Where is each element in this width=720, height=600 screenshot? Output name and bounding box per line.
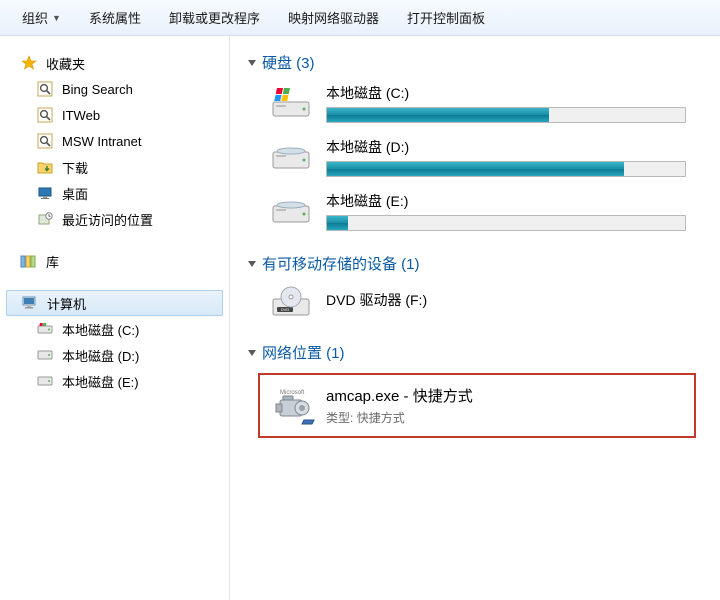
drive-c-name: 本地磁盘 (C:)	[326, 83, 696, 103]
drive-dvd-name: DVD 驱动器 (F:)	[326, 290, 696, 310]
group-removable: 有可移动存储的设备 (1) DVD DVD 驱动器 (F:)	[248, 253, 696, 320]
ms-watermark: Microsoft	[280, 390, 305, 396]
netloc-type-label: 类型:	[326, 411, 353, 425]
collapse-triangle-icon	[248, 261, 256, 267]
desktop-icon	[36, 184, 54, 202]
group-hdd-header[interactable]: 硬盘 (3)	[248, 52, 696, 73]
group-network-header[interactable]: 网络位置 (1)	[248, 342, 696, 363]
tb-mapnet-label: 映射网络驱动器	[288, 8, 379, 27]
nav-drive-d[interactable]: 本地磁盘 (D:)	[6, 342, 223, 368]
svg-text:DVD: DVD	[281, 307, 290, 312]
drive-icon	[36, 346, 54, 364]
group-hdd: 硬盘 (3) 本地磁盘 (C:) 本地磁盘 (D:)	[248, 52, 696, 231]
nav-downloads-label: 下载	[62, 158, 88, 177]
nav-drive-c[interactable]: 本地磁盘 (C:)	[6, 316, 223, 342]
nav-msw[interactable]: MSW Intranet	[6, 128, 223, 154]
group-hdd-label: 硬盘 (3)	[262, 52, 315, 73]
drive-icon	[36, 320, 54, 338]
nav-favorites-label: 收藏夹	[46, 54, 85, 73]
tb-opencp[interactable]: 打开控制面板	[393, 2, 499, 33]
nav-drive-e[interactable]: 本地磁盘 (E:)	[6, 368, 223, 394]
tb-organize-label: 组织	[22, 8, 48, 27]
nav-favorites[interactable]: 收藏夹	[6, 50, 223, 76]
chevron-down-icon: ▼	[52, 13, 61, 23]
nav-desktop[interactable]: 桌面	[6, 180, 223, 206]
nav-downloads[interactable]: 下载	[6, 154, 223, 180]
nav-bing[interactable]: Bing Search	[6, 76, 223, 102]
netloc-amcap[interactable]: Microsoft amcap.exe - 快捷方式 类型: 快捷方式	[258, 373, 696, 438]
drive-c-fill	[327, 108, 549, 122]
netloc-amcap-name: amcap.exe - 快捷方式	[326, 385, 473, 406]
drive-e[interactable]: 本地磁盘 (E:)	[270, 191, 696, 231]
tb-organize[interactable]: 组织 ▼	[8, 2, 75, 33]
dvd-drive-icon: DVD	[270, 284, 312, 320]
nav-desktop-label: 桌面	[62, 184, 88, 203]
netloc-amcap-info: amcap.exe - 快捷方式 类型: 快捷方式	[326, 385, 473, 426]
group-removable-label: 有可移动存储的设备 (1)	[262, 253, 420, 274]
drive-dvd[interactable]: DVD DVD 驱动器 (F:)	[270, 284, 696, 320]
tb-sysprops[interactable]: 系统属性	[75, 2, 155, 33]
nav-recent[interactable]: 最近访问的位置	[6, 206, 223, 232]
downloads-folder-icon	[36, 158, 54, 176]
nav-pane: 收藏夹 Bing Search ITWeb MSW Intranet 下载 桌面…	[0, 36, 230, 600]
tb-uninstall-label: 卸载或更改程序	[169, 8, 260, 27]
drive-c-info: 本地磁盘 (C:)	[326, 83, 696, 123]
drive-e-fill	[327, 216, 348, 230]
toolbar: 组织 ▼ 系统属性 卸载或更改程序 映射网络驱动器 打开控制面板	[0, 0, 720, 36]
nav-drive-d-label: 本地磁盘 (D:)	[62, 346, 139, 365]
nav-bing-label: Bing Search	[62, 82, 133, 97]
drive-c[interactable]: 本地磁盘 (C:)	[270, 83, 696, 123]
drive-e-bar	[326, 215, 686, 231]
tb-uninstall[interactable]: 卸载或更改程序	[155, 2, 274, 33]
group-removable-header[interactable]: 有可移动存储的设备 (1)	[248, 253, 696, 274]
netloc-type-value: 快捷方式	[357, 411, 405, 425]
content-pane: 硬盘 (3) 本地磁盘 (C:) 本地磁盘 (D:)	[230, 36, 720, 600]
drive-e-info: 本地磁盘 (E:)	[326, 191, 696, 231]
drive-d[interactable]: 本地磁盘 (D:)	[270, 137, 696, 177]
collapse-triangle-icon	[248, 60, 256, 66]
nav-libraries-label: 库	[46, 252, 59, 271]
drive-icon	[270, 139, 312, 175]
nav-itweb-label: ITWeb	[62, 108, 100, 123]
drive-windows-icon	[270, 85, 312, 121]
nav-computer[interactable]: 计算机	[6, 290, 223, 316]
nav-itweb[interactable]: ITWeb	[6, 102, 223, 128]
search-shortcut-icon	[36, 106, 54, 124]
nav-recent-label: 最近访问的位置	[62, 210, 153, 229]
drive-icon	[36, 372, 54, 390]
tb-mapnet[interactable]: 映射网络驱动器	[274, 2, 393, 33]
drive-d-info: 本地磁盘 (D:)	[326, 137, 696, 177]
search-shortcut-icon	[36, 132, 54, 150]
drive-c-bar	[326, 107, 686, 123]
search-shortcut-icon	[36, 80, 54, 98]
star-icon	[20, 54, 38, 72]
group-network-label: 网络位置 (1)	[262, 342, 345, 363]
drive-d-name: 本地磁盘 (D:)	[326, 137, 696, 157]
nav-computer-label: 计算机	[47, 294, 86, 313]
nav-drive-e-label: 本地磁盘 (E:)	[62, 372, 139, 391]
libraries-icon	[20, 252, 38, 270]
netloc-amcap-sub: 类型: 快捷方式	[326, 409, 473, 426]
nav-libraries[interactable]: 库	[6, 248, 223, 274]
drive-dvd-info: DVD 驱动器 (F:)	[326, 290, 696, 314]
collapse-triangle-icon	[248, 350, 256, 356]
nav-drive-c-label: 本地磁盘 (C:)	[62, 320, 139, 339]
drive-d-bar	[326, 161, 686, 177]
computer-icon	[21, 294, 39, 312]
drive-icon	[270, 193, 312, 229]
drive-e-name: 本地磁盘 (E:)	[326, 191, 696, 211]
drive-d-fill	[327, 162, 624, 176]
recent-places-icon	[36, 210, 54, 228]
nav-msw-label: MSW Intranet	[62, 134, 141, 149]
tb-opencp-label: 打开控制面板	[407, 8, 485, 27]
tb-sysprops-label: 系统属性	[89, 8, 141, 27]
group-network: 网络位置 (1) Microsoft amcap.exe - 快捷方式	[248, 342, 696, 438]
camcorder-icon: Microsoft	[274, 386, 316, 426]
